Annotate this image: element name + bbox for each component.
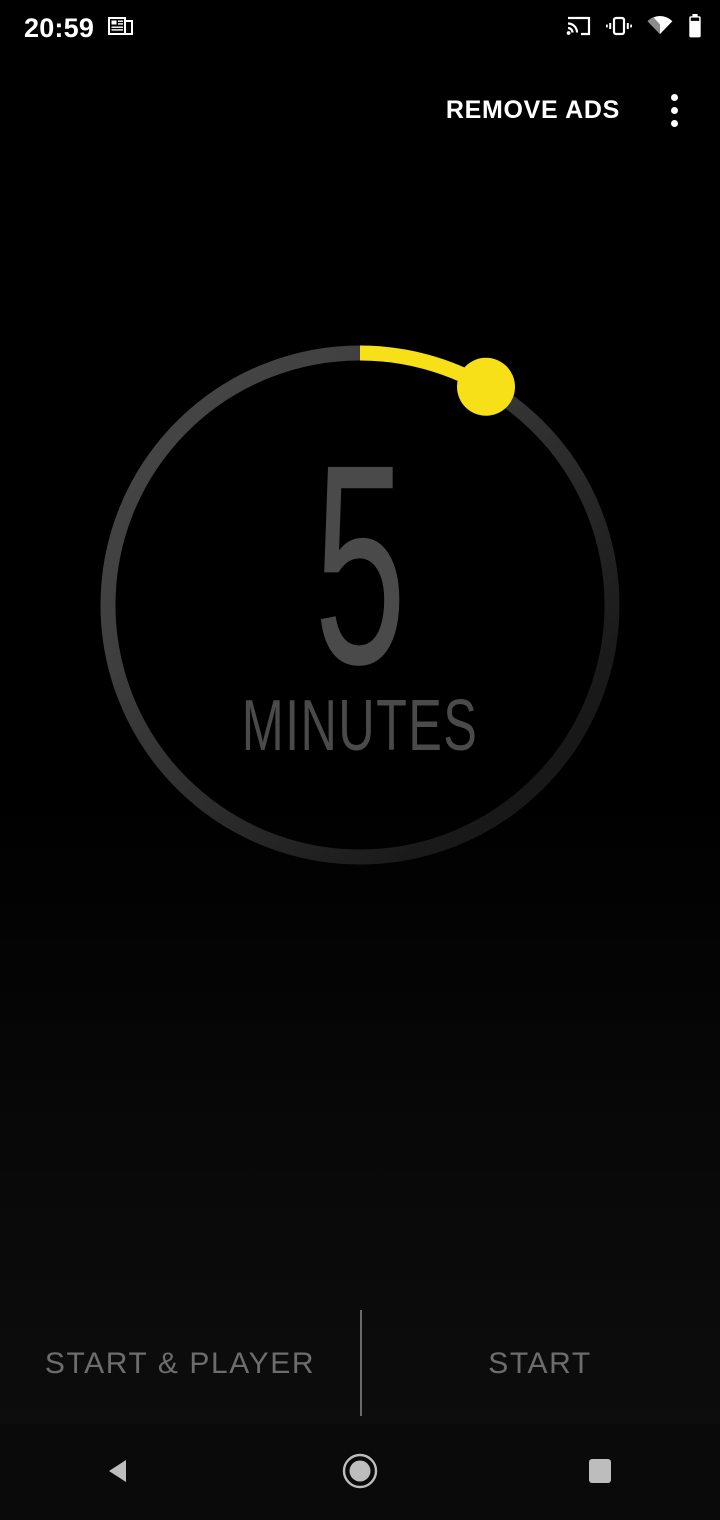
start-button[interactable]: START bbox=[360, 1308, 720, 1420]
overflow-dot-top bbox=[670, 93, 678, 101]
back-triangle-icon bbox=[104, 1455, 136, 1490]
timer-track-ring bbox=[100, 345, 620, 865]
android-nav-bar bbox=[0, 1424, 720, 1520]
wifi-icon bbox=[647, 15, 673, 42]
status-bar: 20:59 bbox=[0, 0, 720, 56]
vibrate-icon bbox=[606, 15, 632, 42]
nav-recents-button[interactable] bbox=[540, 1424, 660, 1520]
app-bar: REMOVE ADS bbox=[0, 72, 720, 148]
timer-knob-handle[interactable] bbox=[457, 357, 515, 416]
status-bar-clock: 20:59 bbox=[24, 12, 95, 43]
cast-icon bbox=[566, 15, 591, 42]
action-divider bbox=[360, 1310, 362, 1416]
nav-back-button[interactable] bbox=[60, 1424, 180, 1520]
home-circle-icon bbox=[341, 1452, 379, 1493]
recents-square-icon bbox=[585, 1456, 615, 1489]
start-and-player-button[interactable]: START & PLAYER bbox=[0, 1308, 360, 1420]
overflow-dot-bottom bbox=[670, 119, 678, 127]
overflow-menu-icon[interactable] bbox=[654, 88, 694, 132]
article-icon bbox=[108, 15, 134, 42]
timer-dial[interactable]: 5 MINUTES bbox=[0, 300, 720, 920]
status-bar-right bbox=[566, 13, 702, 43]
overflow-dot-middle bbox=[670, 106, 678, 114]
remove-ads-button[interactable]: REMOVE ADS bbox=[446, 96, 620, 125]
nav-home-button[interactable] bbox=[300, 1424, 420, 1520]
battery-icon bbox=[688, 13, 702, 43]
status-bar-left: 20:59 bbox=[24, 12, 134, 43]
app-screen: 20:59 REMOVE ADS 5 MINUTES START & PLAYE… bbox=[0, 0, 720, 1520]
